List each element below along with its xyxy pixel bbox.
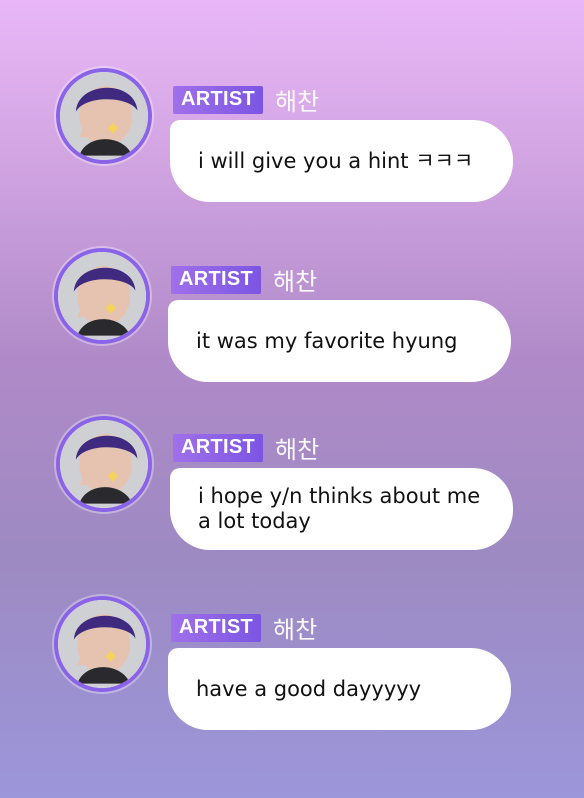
avatar-photo-icon	[58, 600, 146, 688]
message-bubble: i will give you a hint ㅋㅋㅋ	[170, 120, 513, 202]
avatar[interactable]	[56, 68, 152, 164]
message-bubble: it was my favorite hyung	[168, 300, 511, 382]
chat-message: ARTIST 해찬 i will give you a hint ㅋㅋㅋ	[0, 68, 584, 208]
chat-message: ARTIST 해찬 have a good dayyyyy	[0, 596, 584, 736]
avatar[interactable]	[54, 248, 150, 344]
artist-badge: ARTIST	[173, 433, 264, 462]
avatar[interactable]	[56, 416, 152, 512]
artist-name: 해찬	[273, 616, 318, 644]
avatar-photo-icon	[60, 72, 148, 160]
artist-badge: ARTIST	[171, 265, 262, 294]
artist-name: 해찬	[273, 268, 318, 296]
artist-name: 해찬	[275, 88, 320, 116]
chat-message: ARTIST 해찬 it was my favorite hyung	[0, 248, 584, 388]
message-bubble: i hope y/n thinks about me a lot today	[170, 468, 513, 550]
message-bubble: have a good dayyyyy	[168, 648, 511, 730]
avatar-photo-icon	[58, 252, 146, 340]
avatar-photo-icon	[60, 420, 148, 508]
artist-badge: ARTIST	[171, 613, 262, 642]
avatar[interactable]	[54, 596, 150, 692]
chat-message: ARTIST 해찬 i hope y/n thinks about me a l…	[0, 416, 584, 556]
artist-name: 해찬	[275, 436, 320, 464]
artist-badge: ARTIST	[173, 85, 264, 114]
